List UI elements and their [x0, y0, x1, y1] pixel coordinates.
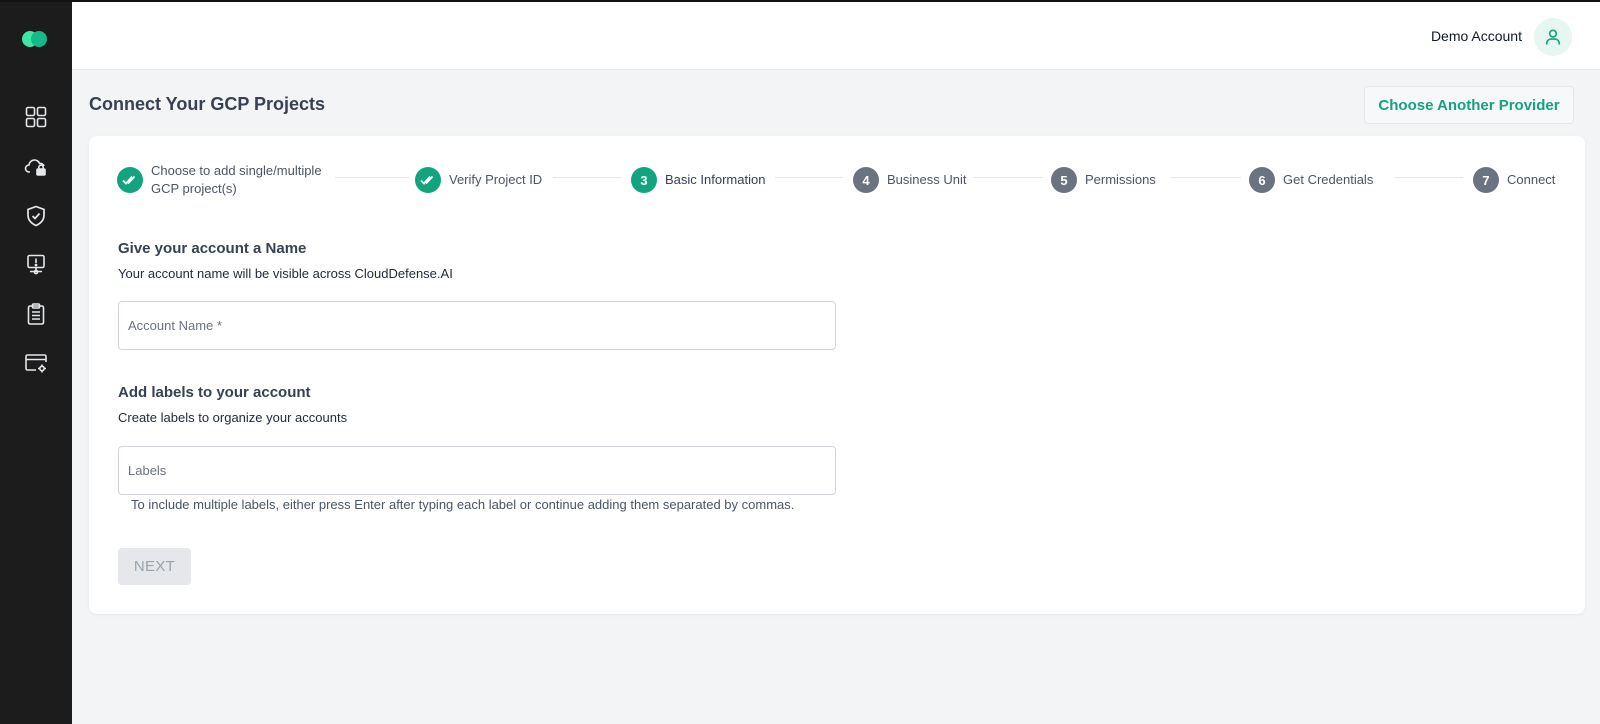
step-business-unit[interactable]: 4 Business Unit	[853, 160, 966, 200]
labels-section-subtitle: Create labels to organize your accounts	[118, 410, 348, 425]
step-connector	[335, 177, 409, 178]
step-completed-badge	[117, 167, 143, 193]
step-number-badge: 4	[853, 167, 879, 193]
sidebar-item-dashboard[interactable]	[16, 97, 56, 137]
step-label: Permissions	[1085, 172, 1156, 187]
shield-check-icon	[27, 205, 45, 227]
double-check-icon	[420, 175, 434, 185]
step-connector	[973, 177, 1043, 178]
step-connector	[1395, 177, 1463, 178]
sidebar	[0, 0, 72, 724]
account-name-input[interactable]	[118, 301, 836, 350]
labels-input[interactable]	[118, 446, 836, 495]
step-number-badge: 7	[1473, 167, 1499, 193]
step-permissions[interactable]: 5 Permissions	[1051, 160, 1156, 200]
step-completed-badge	[415, 167, 441, 193]
wizard-stepper: Choose to add single/multiple GCP projec…	[117, 160, 1555, 200]
step-get-credentials[interactable]: 6 Get Credentials	[1249, 160, 1373, 200]
step-connector	[553, 177, 621, 178]
step-label: Verify Project ID	[449, 172, 543, 187]
account-name: Demo Account	[1430, 28, 1522, 44]
sidebar-item-reports[interactable]	[16, 294, 56, 334]
step-label: Basic Information	[665, 172, 766, 187]
step-choose-projects[interactable]: Choose to add single/multiple GCP projec…	[117, 160, 337, 200]
step-connect[interactable]: 7 Connect	[1473, 160, 1555, 200]
step-connector	[1171, 177, 1241, 178]
step-number-badge: 6	[1249, 167, 1275, 193]
step-label: Get Credentials	[1283, 172, 1374, 187]
step-basic-information[interactable]: 3 Basic Information	[631, 160, 765, 200]
labels-section-title: Add labels to your account	[118, 384, 311, 401]
account-name-section-subtitle: Your account name will be visible across…	[118, 266, 453, 281]
double-check-icon	[122, 175, 136, 185]
next-button[interactable]: NEXT	[118, 548, 191, 585]
step-connector	[775, 177, 843, 178]
step-verify-project-id[interactable]: Verify Project ID	[415, 160, 542, 200]
sidebar-item-settings[interactable]	[16, 343, 56, 383]
sidebar-item-compliance[interactable]	[16, 196, 56, 236]
step-number-badge: 3	[631, 167, 657, 193]
step-label: Business Unit	[887, 172, 967, 187]
alert-monitor-icon	[27, 254, 45, 275]
step-label: Choose to add single/multiple GCP projec…	[151, 163, 322, 196]
sidebar-item-cloud-security[interactable]	[16, 147, 56, 187]
connect-wizard-card: Choose to add single/multiple GCP projec…	[89, 136, 1585, 614]
sidebar-item-alerts[interactable]	[16, 245, 56, 285]
user-avatar[interactable]	[1534, 18, 1572, 56]
user-icon	[1545, 29, 1561, 45]
cloud-lock-icon	[24, 159, 46, 176]
window-top-border	[0, 0, 1600, 2]
top-header: Demo Account	[72, 2, 1600, 70]
labels-helper-text: To include multiple labels, either press…	[131, 497, 795, 512]
clipboard-list-icon	[27, 303, 45, 325]
page-title: Connect Your GCP Projects	[89, 94, 326, 114]
choose-another-provider-button[interactable]: Choose Another Provider	[1364, 86, 1574, 124]
window-settings-icon	[25, 354, 47, 373]
clouddefense-logo-icon[interactable]	[20, 29, 50, 49]
account-name-section-title: Give your account a Name	[118, 240, 307, 257]
step-number-badge: 5	[1051, 167, 1077, 193]
step-label: Connect	[1507, 172, 1556, 187]
dashboard-icon	[25, 106, 47, 128]
